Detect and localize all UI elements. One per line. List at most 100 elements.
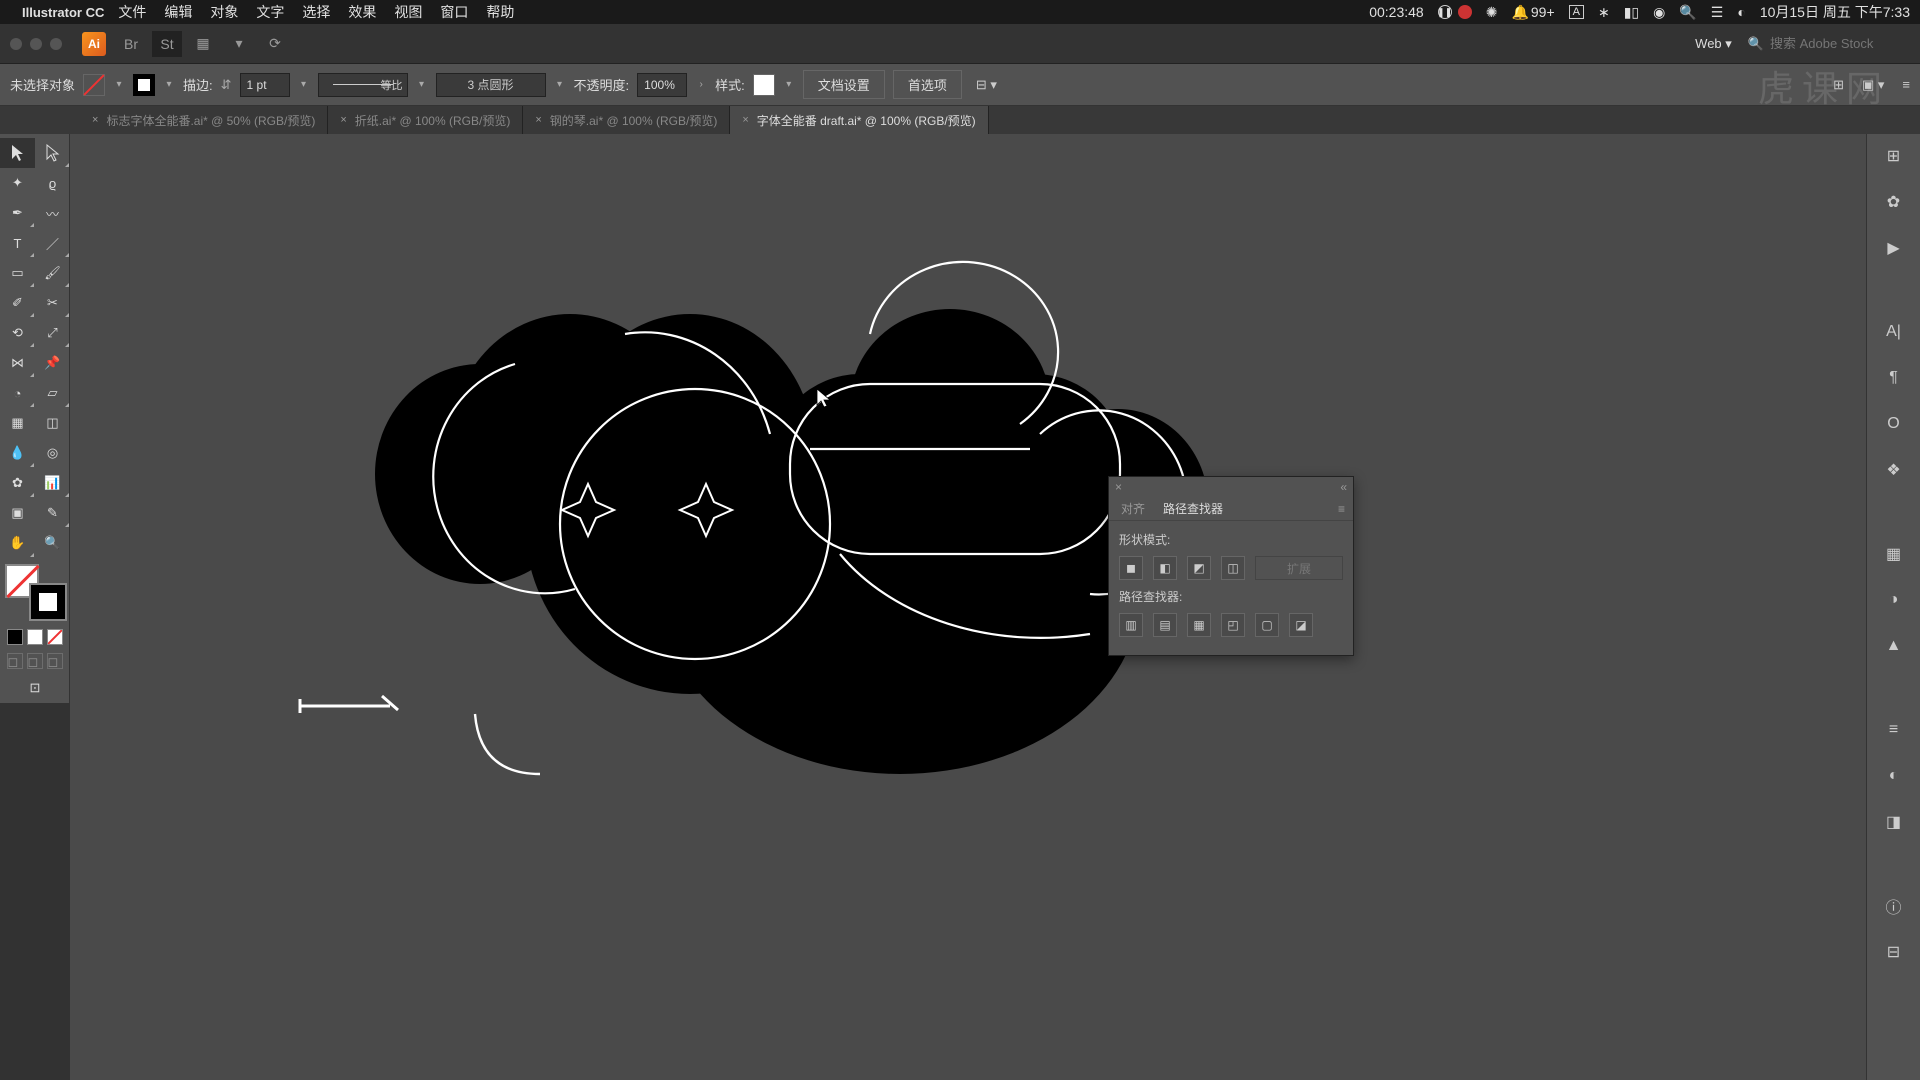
divide-button[interactable]: ▥ [1119,613,1143,637]
type-tool[interactable]: T [0,228,35,258]
scale-tool[interactable]: ⤢ [35,318,70,348]
input-method-icon[interactable]: A [1569,5,1584,19]
panel-collapse-icon[interactable]: « [1340,480,1347,494]
stroke-weight-input[interactable] [240,73,290,97]
paragraph-panel-icon[interactable]: ¶ [1880,364,1908,392]
menu-effect[interactable]: 效果 [348,2,376,22]
tab-close-icon[interactable]: × [742,114,748,126]
artboard-tool[interactable]: ▣ [0,498,35,528]
gradient-panel-icon[interactable]: ◐ [1880,762,1908,790]
tab-close-icon[interactable]: × [340,114,346,126]
menu-object[interactable]: 对象 [210,2,238,22]
free-transform-tool[interactable]: 📌 [35,348,70,378]
menu-select[interactable]: 选择 [302,2,330,22]
stock-icon[interactable]: St [152,31,182,57]
doc-tab-2[interactable]: ×钢的琴.ai* @ 100% (RGB/预览) [523,106,730,134]
selection-tool[interactable] [0,138,35,168]
doc-tab-0[interactable]: ×标志字体全能番.ai* @ 50% (RGB/预览) [80,106,328,134]
curvature-tool[interactable]: 〰 [35,198,70,228]
magic-wand-tool[interactable]: ✦ [0,168,35,198]
opacity-dropdown[interactable]: › [695,79,707,90]
lasso-tool[interactable]: ϱ [35,168,70,198]
app-name[interactable]: Illustrator CC [22,5,104,20]
zoom-dot[interactable] [50,38,62,50]
rotate-tool[interactable]: ⟲ [0,318,35,348]
mesh-tool[interactable]: ▦ [0,408,35,438]
canvas-area[interactable] [70,134,1866,1080]
stroke-dropdown[interactable]: ▾ [163,79,175,90]
panel-toggle-icon[interactable]: ⊞ [1833,77,1844,93]
graph-tool[interactable]: 📊 [35,468,70,498]
menu-edit[interactable]: 编辑 [164,2,192,22]
outline-button[interactable]: ▢ [1255,613,1279,637]
panel-close-icon[interactable]: × [1115,480,1122,494]
properties-panel-icon[interactable]: ⊞ [1880,142,1908,170]
arrange-icon[interactable]: ▦ [188,31,218,57]
window-controls[interactable] [10,38,62,50]
unite-button[interactable]: ◼ [1119,556,1143,580]
character-panel-icon[interactable]: A| [1880,318,1908,346]
pathfinder-panel[interactable]: ×« 对齐 路径查找器 ≡ 形状模式: ◼ ◧ ◩ ◫ 扩展 路径查找器: ▥ … [1108,476,1354,656]
width-tool[interactable]: ⋈ [0,348,35,378]
eyedropper-tool[interactable]: 💧 [0,438,35,468]
blend-tool[interactable]: ◎ [35,438,70,468]
draw-inside[interactable]: ◻ [47,653,63,669]
trim-button[interactable]: ▤ [1153,613,1177,637]
wechat-icon[interactable]: ✺ [1486,4,1498,21]
zoom-tool[interactable]: 🔍 [35,528,70,558]
symbol-sprayer-tool[interactable]: ✿ [0,468,35,498]
chevron-down-icon[interactable]: ▾ [224,31,254,57]
merge-button[interactable]: ▦ [1187,613,1211,637]
info-panel-icon[interactable]: ⓘ [1880,892,1908,920]
search-input[interactable] [1770,36,1910,51]
stroke-stepper[interactable]: ⇵ [221,77,232,93]
intersect-button[interactable]: ◩ [1187,556,1211,580]
pause-icon[interactable]: ❚❚ [1438,5,1452,19]
screen-mode[interactable]: ⊡ [0,673,70,703]
exclude-button[interactable]: ◫ [1221,556,1245,580]
swatches-panel-icon[interactable]: ▦ [1880,540,1908,568]
stroke-box[interactable] [31,585,65,619]
panel-menu-icon[interactable]: ≡ [1902,77,1910,92]
stroke-weight-dropdown[interactable]: ▾ [298,79,310,90]
panel-menu-icon[interactable]: ≡ [1338,502,1345,516]
control-center-icon[interactable]: ☰ [1711,4,1724,21]
opacity-input[interactable] [637,73,687,97]
actions-panel-icon[interactable]: ▶ [1880,234,1908,262]
pen-tool[interactable]: ✒ [0,198,35,228]
fill-swatch[interactable] [83,74,105,96]
direct-selection-tool[interactable] [35,138,70,168]
siri-icon[interactable]: ◐ [1737,4,1745,20]
minus-back-button[interactable]: ◪ [1289,613,1313,637]
shape-builder-tool[interactable]: ◔ [0,378,35,408]
glyphs-panel-icon[interactable]: ❖ [1880,456,1908,484]
paintbrush-tool[interactable]: 🖌 [35,258,70,288]
bridge-icon[interactable]: Br [116,31,146,57]
none-mode[interactable] [47,629,63,645]
transparency-panel-icon[interactable]: ◨ [1880,808,1908,836]
battery-icon[interactable]: ▮▯ [1624,4,1639,21]
minus-front-button[interactable]: ◧ [1153,556,1177,580]
gradient-tool[interactable]: ◫ [35,408,70,438]
line-tool[interactable]: ／ [35,228,70,258]
style-dropdown[interactable]: ▾ [783,79,795,90]
pathfinder-tab[interactable]: 路径查找器 [1159,498,1227,519]
gpu-icon[interactable]: ⟳ [260,31,290,57]
rectangle-tool[interactable]: ▭ [0,258,35,288]
perspective-tool[interactable]: ▱ [35,378,70,408]
fill-dropdown[interactable]: ▾ [113,79,125,90]
color-mode[interactable] [7,629,23,645]
close-dot[interactable] [10,38,22,50]
profile-dropdown[interactable]: ▾ [416,79,428,90]
doc-tab-3[interactable]: ×字体全能番 draft.ai* @ 100% (RGB/预览) [730,106,988,134]
workspace-switcher[interactable]: Web ▾ [1695,36,1732,52]
stroke-profile[interactable]: 等比 [318,73,408,97]
tab-close-icon[interactable]: × [92,114,98,126]
menu-type[interactable]: 文字 [256,2,284,22]
opentype-panel-icon[interactable]: O [1880,410,1908,438]
libraries-panel-icon[interactable]: ✿ [1880,188,1908,216]
spotlight-icon[interactable]: 🔍 [1679,4,1696,21]
style-swatch[interactable] [753,74,775,96]
tab-close-icon[interactable]: × [535,114,541,126]
align-tab[interactable]: 对齐 [1117,498,1149,519]
